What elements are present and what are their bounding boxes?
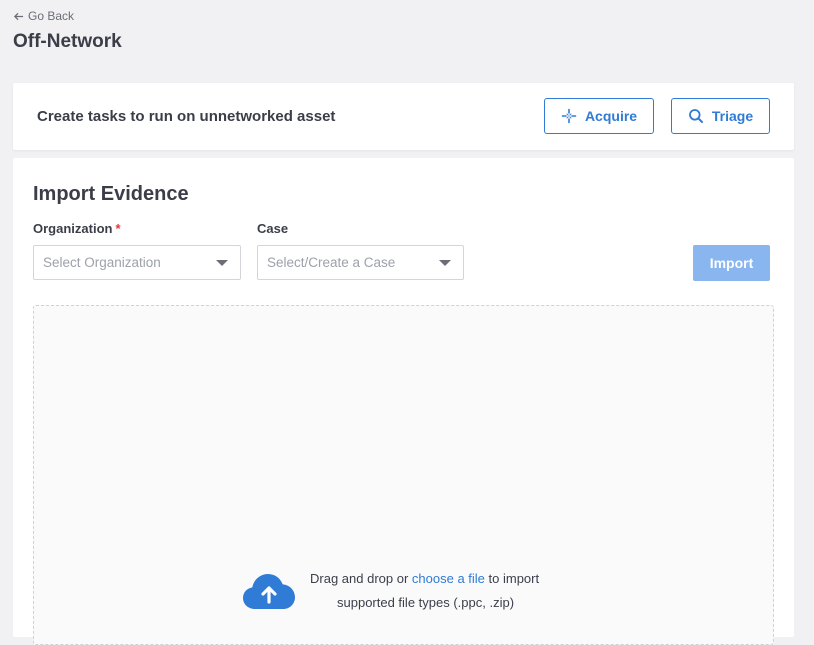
file-dropzone[interactable]: Drag and drop or choose a file to import… [33,305,774,645]
dropzone-instructions: Drag and drop or choose a file to import [310,571,539,586]
task-description: Create tasks to run on unnetworked asset [37,108,336,125]
organization-label: Organization * [33,221,121,236]
task-card: Create tasks to run on unnetworked asset… [13,83,794,150]
page-title: Off-Network [13,31,122,52]
import-button[interactable]: Import [693,245,770,281]
required-marker: * [115,221,121,236]
import-evidence-card: Import Evidence Organization * Case Selec… [13,158,794,645]
search-icon [688,109,703,123]
triage-button[interactable]: Triage [671,98,770,134]
acquire-button[interactable]: Acquire [544,98,654,134]
import-title: Import Evidence [33,183,189,205]
crosshair-sparkle-icon [561,108,577,124]
go-back-link[interactable]: Go Back [13,9,74,23]
case-label: Case [257,221,289,236]
acquire-label: Acquire [584,108,638,124]
organization-label-text: Organization [33,221,113,236]
organization-select[interactable]: Select Organization [33,245,241,280]
supported-types-hint: supported file types (.ppc, .zip) [337,595,515,610]
organization-placeholder: Select Organization [43,255,161,270]
chevron-down-icon [216,260,228,266]
choose-file-link[interactable]: choose a file [412,571,485,586]
case-placeholder: Select/Create a Case [267,255,396,270]
dropzone-suffix: to import [488,571,540,586]
go-back-label: Go Back [28,9,75,23]
cloud-upload-icon [243,574,295,609]
dropzone-prefix: Drag and drop or [310,571,409,586]
arrow-left-icon [13,12,24,20]
chevron-down-icon [439,260,451,266]
triage-label: Triage [711,108,754,124]
case-select[interactable]: Select/Create a Case [257,245,464,280]
